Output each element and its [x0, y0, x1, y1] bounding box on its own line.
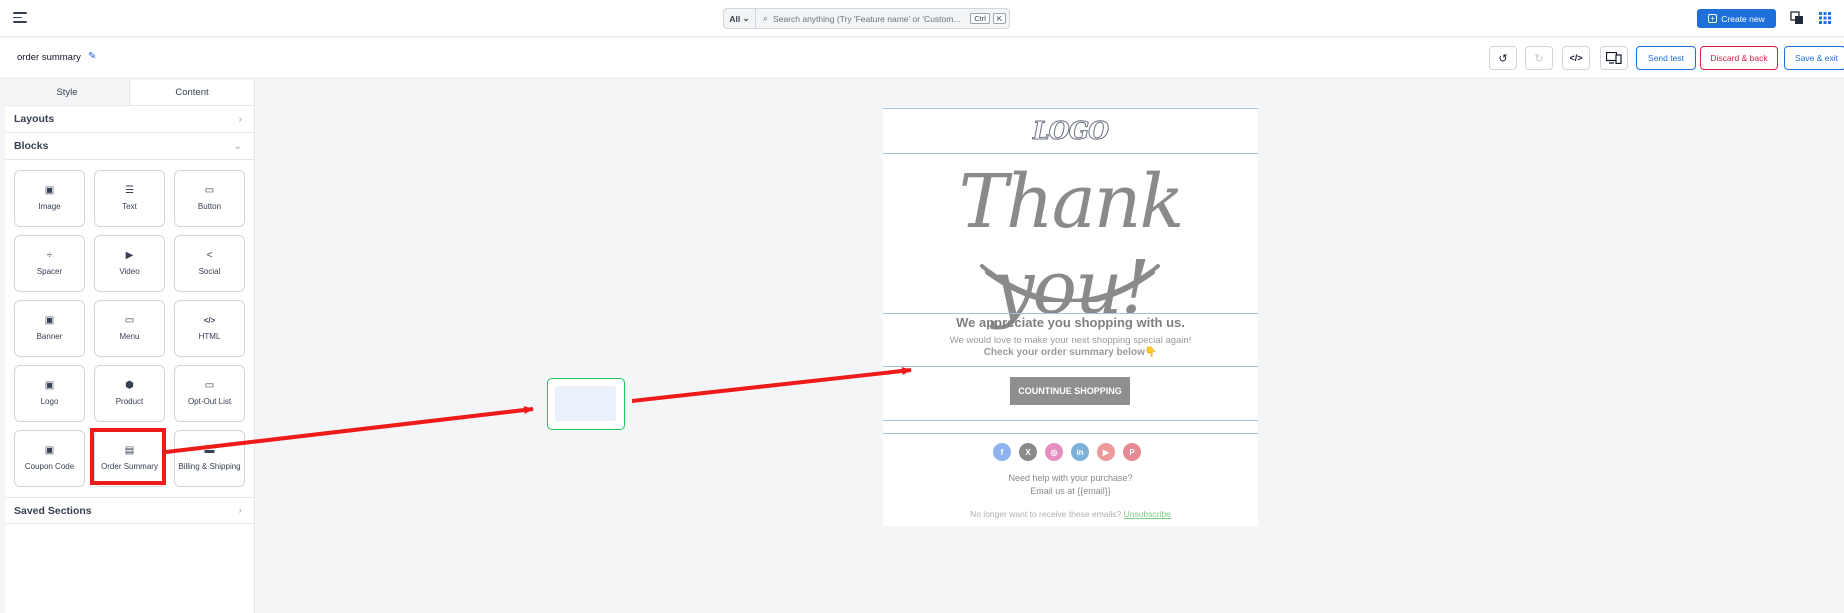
annotation-arrow [165, 406, 534, 454]
annotation-arrows [165, 367, 912, 454]
annotation-arrow [631, 367, 912, 403]
